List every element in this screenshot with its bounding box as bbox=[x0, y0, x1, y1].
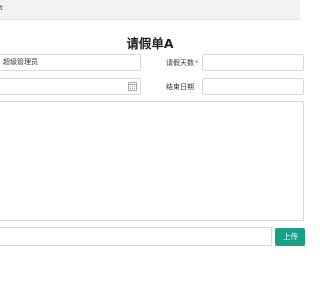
leave-days-label-text: 请假天数 bbox=[166, 59, 194, 67]
top-bar: t bbox=[0, 0, 300, 20]
leave-days-label: 请假天数* bbox=[166, 58, 199, 68]
required-mark: * bbox=[195, 59, 199, 67]
top-bar-text: t bbox=[0, 4, 3, 12]
file-path-input[interactable] bbox=[0, 227, 272, 246]
upload-button[interactable]: 上传 bbox=[275, 228, 305, 246]
end-date-label: 结束日期 bbox=[166, 83, 194, 91]
calendar-icon[interactable] bbox=[128, 82, 137, 91]
start-date-input[interactable] bbox=[0, 78, 141, 95]
end-date-input[interactable] bbox=[202, 78, 304, 95]
applicant-field[interactable]: 超级管理员 bbox=[0, 54, 141, 71]
reason-textarea[interactable] bbox=[0, 101, 304, 221]
form-title: 请假单A bbox=[126, 36, 174, 51]
leave-days-input[interactable] bbox=[202, 54, 304, 71]
